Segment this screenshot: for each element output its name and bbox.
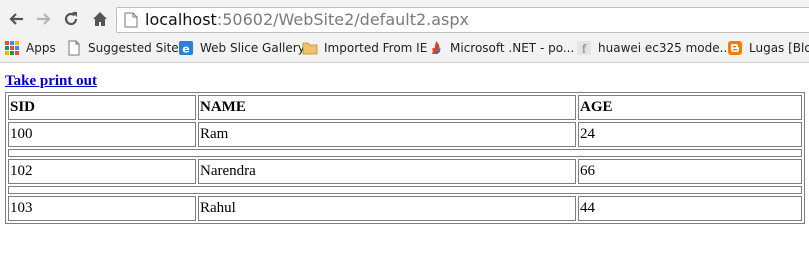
bookmarks-bar: Apps Suggested Sites e Web Slice Gallery… <box>0 37 809 59</box>
header-sid: SID <box>8 95 196 120</box>
blogger-icon <box>728 41 742 55</box>
ie-icon: e <box>179 41 193 56</box>
bookmark-label: huawei ec325 mode... <box>598 41 732 55</box>
cell-sid: 102 <box>8 159 196 184</box>
dotnet-icon <box>432 41 441 54</box>
page-icon <box>68 40 80 56</box>
f-icon: f <box>577 41 591 56</box>
spacer-cell <box>8 149 802 157</box>
home-icon <box>93 12 107 26</box>
cell-age: 44 <box>578 196 802 221</box>
header-age: AGE <box>578 95 802 120</box>
bookmark-lugas-blog[interactable]: Lugas [Blog <box>727 39 809 57</box>
bookmark-imported-from-ie[interactable]: Imported From IE <box>302 39 427 57</box>
back-button[interactable] <box>6 8 28 30</box>
bookmark-label: Lugas [Blog <box>749 41 809 55</box>
table-row: 102 Narendra 66 <box>8 159 802 184</box>
cell-age: 66 <box>578 159 802 184</box>
spacer-row <box>8 186 802 194</box>
url-path: :50602/WebSite2/default2.aspx <box>216 10 470 29</box>
back-arrow-icon <box>9 13 23 25</box>
svg-text:e: e <box>182 43 189 56</box>
take-print-out-link[interactable]: Take print out <box>5 73 97 90</box>
folder-icon <box>302 42 318 55</box>
table-row: 100 Ram 24 <box>8 122 802 147</box>
browser-toolbar: localhost:50602/WebSite2/default2.aspx A… <box>0 0 809 63</box>
reload-button[interactable] <box>60 8 82 30</box>
data-table: SID NAME AGE 100 Ram 24 102 Narendra 66 … <box>5 92 805 224</box>
reload-icon <box>64 12 78 26</box>
table-header-row: SID NAME AGE <box>8 95 802 120</box>
page-content: Take print out SID NAME AGE 100 Ram 24 1… <box>0 63 809 254</box>
bookmark-huawei[interactable]: f huawei ec325 mode... <box>576 39 731 57</box>
url-host: localhost <box>145 10 217 29</box>
forward-arrow-icon <box>37 13 51 25</box>
apps-grid-icon <box>5 41 19 55</box>
cell-sid: 100 <box>8 122 196 147</box>
bookmark-apps[interactable]: Apps <box>4 39 56 57</box>
cell-sid: 103 <box>8 196 196 221</box>
spacer-cell <box>8 186 802 194</box>
url-text: localhost:50602/WebSite2/default2.aspx <box>145 10 469 30</box>
home-button[interactable] <box>89 8 111 30</box>
cell-name: Ram <box>198 122 576 147</box>
header-name: NAME <box>198 95 576 120</box>
cell-age: 24 <box>578 122 802 147</box>
cell-name: Narendra <box>198 159 576 184</box>
cell-name: Rahul <box>198 196 576 221</box>
bookmark-microsoft-net[interactable]: Microsoft .NET - po... <box>428 39 574 57</box>
table-row: 103 Rahul 44 <box>8 196 802 221</box>
forward-button[interactable] <box>32 8 54 30</box>
spacer-row <box>8 149 802 157</box>
bookmark-label: Apps <box>26 41 56 55</box>
bookmark-label: Web Slice Gallery <box>200 41 305 55</box>
bookmark-label: Imported From IE <box>324 41 428 55</box>
bookmark-web-slice-gallery[interactable]: e Web Slice Gallery <box>178 39 305 57</box>
page-icon <box>124 12 138 28</box>
bookmark-label: Microsoft .NET - po... <box>450 41 575 55</box>
address-bar[interactable]: localhost:50602/WebSite2/default2.aspx <box>116 7 809 33</box>
bookmark-label: Suggested Sites <box>88 41 185 55</box>
bookmark-suggested-sites[interactable]: Suggested Sites <box>66 39 185 57</box>
